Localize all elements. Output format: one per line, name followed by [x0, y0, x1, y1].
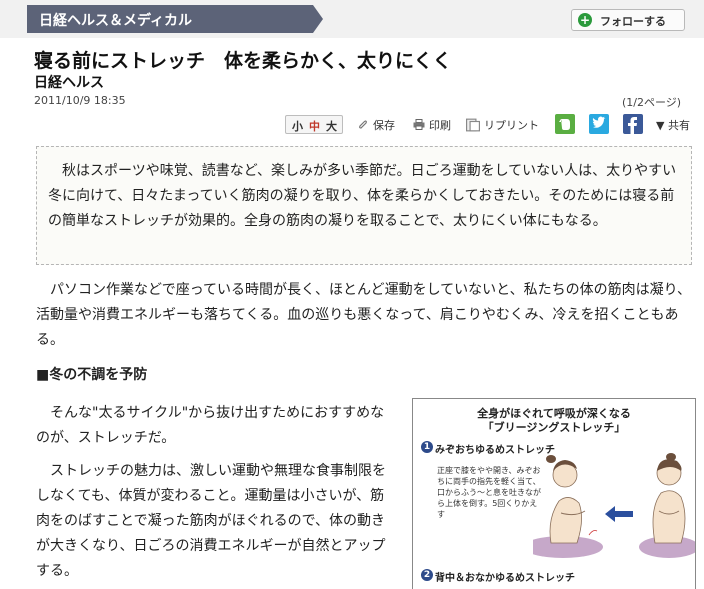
font-medium-button[interactable]: 中: [309, 118, 320, 134]
paragraph: そんな"太るサイクル"から抜け出すためにおすすめなのが、ストレッチだ。: [36, 405, 385, 446]
article-title: 寝る前にストレッチ 体を柔らかく、太りにくく: [34, 50, 452, 72]
figure-subtitle: 「ブリージングストレッチ」: [482, 421, 626, 434]
save-button[interactable]: 保存: [357, 117, 395, 133]
step-badge: 1: [421, 441, 433, 453]
section-heading: ■冬の不調を予防: [36, 367, 148, 383]
channel-name: 日経ヘルス＆メディカル: [39, 13, 193, 29]
document-copy-icon: [466, 118, 480, 132]
plus-circle-icon: +: [578, 13, 592, 27]
article-date: 2011/10/9 18:35: [34, 94, 126, 107]
follow-label: フォローする: [600, 15, 666, 28]
printer-icon: [413, 119, 425, 130]
paragraph: パソコン作業などで座っている時間が長く、ほとんど運動をしていないと、私たちの体の…: [36, 282, 692, 348]
step-description: 正座で膝をやや開き、みぞおちに両手の指先を軽く当て、口からふう〜と息を吐きながら…: [437, 466, 541, 519]
follow-button[interactable]: + フォローする: [571, 9, 685, 31]
twitter-icon[interactable]: [589, 114, 609, 134]
channel-banner[interactable]: 日経ヘルス＆メディカル: [27, 5, 323, 33]
step-badge: 2: [421, 569, 433, 581]
article-summary-box: 秋はスポーツや味覚、読書など、楽しみが多い季節だ。日ごろ運動をしていない人は、太…: [36, 146, 692, 265]
article-source: 日経ヘルス: [34, 75, 104, 91]
print-button[interactable]: 印刷: [413, 117, 451, 133]
font-small-button[interactable]: 小: [292, 118, 303, 134]
font-size-switcher: 小 中 大: [285, 115, 343, 134]
font-large-button[interactable]: 大: [326, 118, 337, 134]
paragraph: ストレッチの魅力は、激しい運動や無理な食事制限をしなくても、体質が変わること。運…: [36, 463, 386, 579]
stretch-figure-illustration: [533, 453, 695, 558]
paperclip-icon: [359, 120, 367, 129]
reprint-button[interactable]: リプリント: [466, 117, 539, 133]
stretch-illustration[interactable]: 全身がほぐれて呼吸が深くなる 「ブリージングストレッチ」 1 みぞおちゆるめスト…: [412, 398, 696, 589]
article-summary: 秋はスポーツや味覚、読書など、楽しみが多い季節だ。日ごろ運動をしていない人は、太…: [48, 163, 677, 229]
save-label: 保存: [373, 119, 395, 132]
page-indicator: (1/2ページ): [622, 96, 682, 109]
facebook-icon[interactable]: [623, 114, 643, 134]
step-label: 背中＆おなかゆるめストレッチ: [435, 573, 575, 584]
print-label: 印刷: [429, 119, 451, 132]
top-bar: 日経ヘルス＆メディカル + フォローする: [0, 0, 704, 38]
share-button[interactable]: ▼ 共有: [656, 117, 690, 133]
evernote-icon[interactable]: [555, 114, 575, 134]
reprint-label: リプリント: [484, 119, 539, 132]
